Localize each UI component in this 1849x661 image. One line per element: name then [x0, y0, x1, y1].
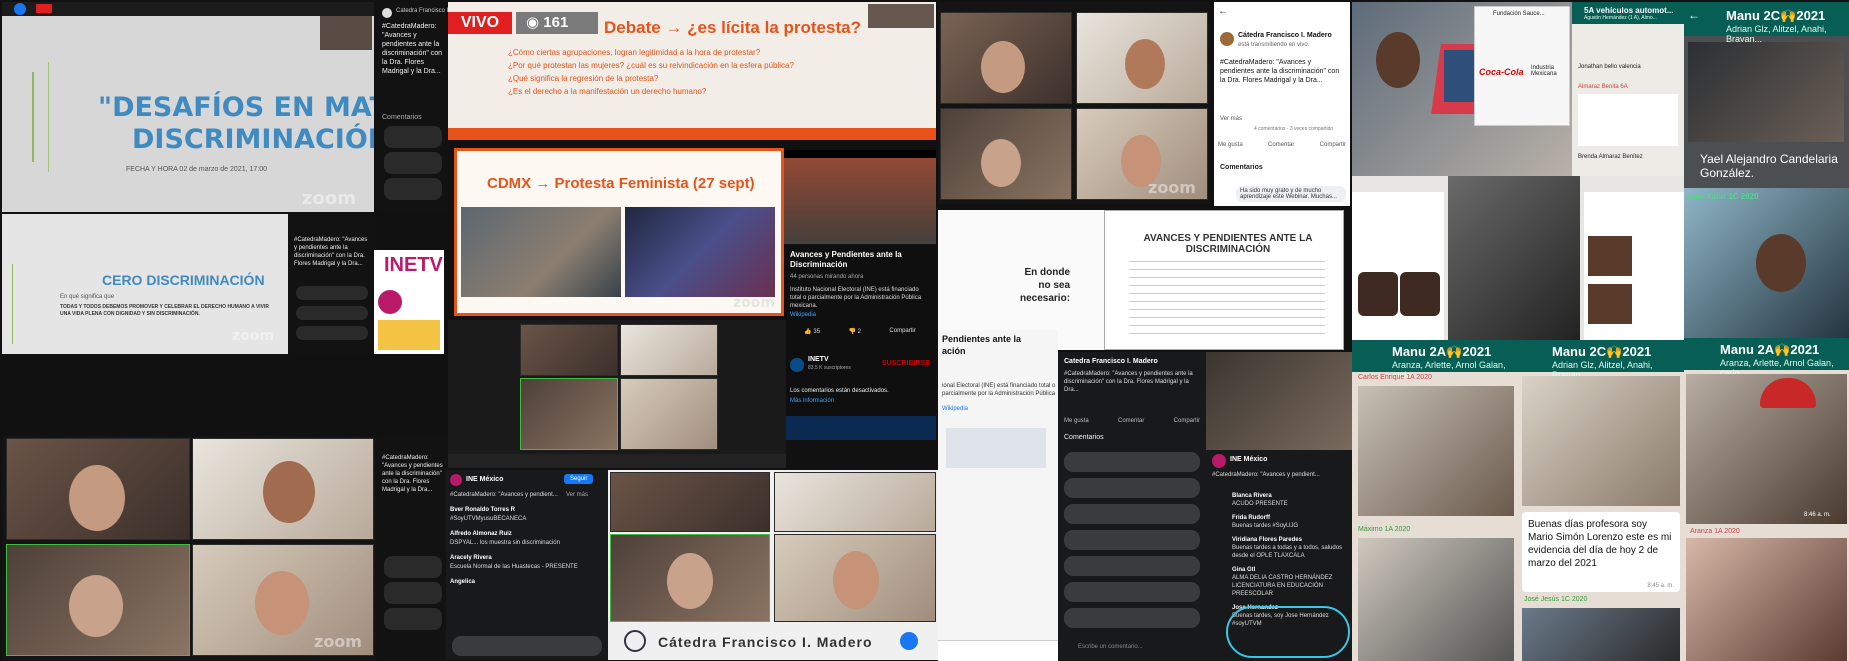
- slide-date: FECHA Y HORA 02 de marzo de 2021, 17:00: [126, 166, 267, 173]
- ine-avatar: [1212, 454, 1226, 468]
- cfim-banner: Cátedra Francisco I. Madero: [658, 634, 873, 650]
- whatsapp-group-2: Manu 2A🙌2021 Aranza, Arlette, Arnol Gala…: [1352, 340, 1518, 661]
- slide-title-2: DISCRIMINACIÓN": [132, 124, 374, 155]
- ine-avatar: [450, 474, 462, 486]
- ine-page-name[interactable]: INE México: [466, 476, 503, 483]
- yt-like-button[interactable]: 👍 35: [804, 328, 820, 335]
- yt-dislike-button[interactable]: 👎 2: [848, 328, 860, 335]
- zoom-grid-panel-4: Cátedra Francisco I. Madero: [608, 470, 938, 660]
- yt-subs: 83.5 K suscriptores: [808, 365, 851, 371]
- yt-more-info[interactable]: Más información: [790, 398, 834, 404]
- yt-subscribe-button[interactable]: SUSCRIBIRSE: [882, 360, 930, 367]
- ine-logo: [378, 290, 402, 314]
- zoom-grid-panel-3: [448, 320, 786, 468]
- fb-page-avatar: [1220, 32, 1234, 46]
- fb-post-text: #CatedraMadero: "Avances y pendientes an…: [382, 23, 443, 75]
- debate-item: ¿Por qué protestan las mujeres? ¿cuál es…: [508, 61, 794, 70]
- chat-vehiculos-panel: 5A vehículos automot... Agustín Hernánde…: [1572, 2, 1684, 192]
- avances-title-panel: AVANCES Y PENDIENTES ANTE LA DISCRIMINAC…: [1104, 210, 1344, 350]
- sender-name: Luis Yahir 1C 2020: [1688, 192, 1759, 201]
- cdmx-title: CDMX → Protesta Feminista (27 sept): [487, 175, 755, 192]
- slide-cero-title: CERO DISCRIMINACIÓN: [102, 272, 265, 288]
- coca-cola-logo: Coca-Cola: [1479, 67, 1524, 77]
- group-members: Adrian Glz, Alitzel, Anahi, Brayan...: [1726, 24, 1827, 44]
- chat-overlay: Fundación Sauce... Coca-Cola Industria M…: [1474, 6, 1570, 126]
- slide-title-1: "DESAFÍOS EN MATERIA DE: [98, 92, 374, 123]
- inetv-header: INETV: [384, 254, 443, 276]
- fb-comments-panel-2: #CatedraMadero: "Avances y pendientes an…: [290, 214, 374, 354]
- protest-photo-1: [461, 207, 621, 297]
- comment-input[interactable]: [452, 636, 602, 656]
- youtube-panel: Avances y Pendientes ante la Discriminac…: [784, 150, 936, 440]
- highlight-circle: [1226, 606, 1350, 658]
- yt-comments-off: Los comentarios están desactivados.: [790, 388, 889, 394]
- fb-share-button[interactable]: Compartir: [1320, 142, 1346, 148]
- yt-channel-avatar: [790, 358, 804, 372]
- zoom-grid-panel-1: zoom: [938, 2, 1210, 204]
- cdmx-slide-panel: CDMX → Protesta Feminista (27 sept) zoom: [454, 148, 784, 316]
- pendientes-panel: Pendientes ante la ación ional Electoral…: [938, 330, 1058, 661]
- student-photo-luis: Luis Yahir 1C 2020: [1684, 188, 1849, 338]
- whatsapp-group-3: Manu 2C🙌2021 Adrian Glz, Alitzel, Anahi,…: [1518, 340, 1684, 661]
- comment-item: Bver Ronaldo Torres R #SoyUTVMyusuBECANEC…: [450, 507, 578, 585]
- webcam-thumb: [320, 16, 372, 50]
- debate-item: ¿Es el derecho a la manifestación un der…: [508, 87, 707, 96]
- yt-channel-name[interactable]: INETV: [808, 356, 829, 363]
- live-badge: [36, 4, 52, 13]
- avances-title: AVANCES Y PENDIENTES ANTE LA DISCRIMINAC…: [1143, 233, 1313, 255]
- comments-header: Comentarios: [382, 114, 422, 121]
- ine-fb-panel: INE México Seguir #CatedraMadero: "Avanc…: [446, 470, 608, 660]
- student-photo-1: Fundación Sauce... Coca-Cola Industria M…: [1352, 2, 1572, 176]
- fb-icon: [14, 3, 26, 15]
- yt-progress: [784, 242, 936, 244]
- fb-see-more[interactable]: Ver más: [1220, 116, 1242, 122]
- back-icon[interactable]: ←: [1218, 6, 1228, 17]
- whatsapp-group-1: ← Manu 2C🙌2021 Adrian Glz, Alitzel, Anah…: [1684, 2, 1849, 188]
- ine-mobile-panel: INE México #CatedraMadero: "Avances y pe…: [1206, 352, 1352, 661]
- fb-comments-count: 4 comentarios · 3 veces compartido: [1254, 126, 1334, 132]
- students-video-panel: [1352, 176, 1684, 340]
- whatsapp-group-4: Manu 2A🙌2021 Aranza, Arlette, Arnol Gala…: [1684, 338, 1849, 661]
- fb-post-text: #CatedraMadero: "Avances y pendientes an…: [1220, 59, 1340, 84]
- back-icon[interactable]: ←: [1688, 8, 1700, 22]
- yt-video-title: Avances y Pendientes ante la Discriminac…: [790, 250, 902, 269]
- fb-icon: [900, 632, 918, 650]
- zoom-grid-panel-2: zoom: [2, 436, 376, 660]
- yt-wikipedia[interactable]: Wikipedia: [790, 312, 816, 318]
- yt-share-button[interactable]: Compartir: [889, 328, 915, 335]
- slide-cero-panel: CERO DISCRIMINACIÓN En qué significa que…: [2, 214, 288, 354]
- follow-button[interactable]: Seguir: [564, 474, 594, 484]
- inetv-panel: INETV: [374, 250, 444, 354]
- cfim-logo-icon: [624, 630, 646, 652]
- fb-live-comments-panel: Catedra Francisco I. Madero #CatedraMade…: [1058, 352, 1206, 661]
- fb-comments-header: Comentarios: [1220, 164, 1263, 171]
- debate-list: ¿Cómo ciertas agrupaciones, logran legit…: [508, 46, 794, 98]
- fb-comments-panel-3: #CatedraMadero: "Avances y pendientes an…: [378, 436, 448, 660]
- group-name: Manu 2C🙌2021: [1726, 8, 1826, 23]
- fb-like-button[interactable]: Me gusta: [1218, 142, 1243, 148]
- fb-comments-panel-1: Catedra Francisco I. Madero #CatedraMade…: [378, 2, 448, 212]
- fb-transmitting: está transmitiendo en vivo.: [1238, 42, 1310, 48]
- fb-page-name: Catedra Francisco I. Madero: [396, 8, 448, 14]
- protest-photo-2: [625, 207, 775, 297]
- vivo-badge: VIVO: [448, 12, 512, 34]
- debate-item: ¿Qué significa la regresión de la protes…: [508, 74, 659, 83]
- message-name: Yael Alejandro Candelaria González.: [1700, 152, 1838, 180]
- debate-item: ¿Cómo ciertas agrupaciones, logran legit…: [508, 48, 761, 57]
- fb-comment-button[interactable]: Comentar: [1268, 142, 1294, 148]
- yt-ine-info: Instituto Nacional Electoral (INE) está …: [790, 287, 922, 309]
- debate-title: Debate → ¿es lícita la protesta?: [604, 18, 861, 37]
- fb-write-comment[interactable]: Escribe un comentario...: [1078, 644, 1143, 650]
- slide-desafios-panel: "DESAFÍOS EN MATERIA DE DISCRIMINACIÓN" …: [2, 2, 374, 212]
- yt-watching: 44 personas mirando ahora: [790, 274, 864, 280]
- message-bubble: Buenas días profesora soy Mario Simón Lo…: [1522, 512, 1680, 592]
- en-donde-text: En donde no sea necesario:: [1020, 267, 1071, 304]
- debate-slide-panel: VIVO ◉ 161 Debate → ¿es lícita la protes…: [448, 2, 936, 140]
- webcam-thumb: [868, 4, 934, 28]
- zoom-watermark: zoom: [302, 188, 356, 209]
- fb-post-panel: ← Cátedra Francisco I. Madero está trans…: [1214, 2, 1350, 206]
- fb-page-name[interactable]: Cátedra Francisco I. Madero: [1238, 32, 1332, 39]
- fb-comment: Ha sido muy grato y de mucho aprendizaje…: [1236, 186, 1346, 202]
